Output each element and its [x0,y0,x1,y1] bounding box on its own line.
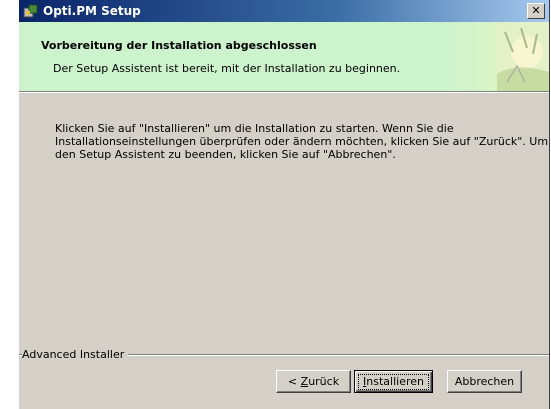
installer-package-icon [23,4,38,18]
instructions-line: Klicken Sie auf "Installieren" um die In… [55,122,454,135]
page-title: Vorbereitung der Installation abgeschlos… [41,39,317,52]
title-bar[interactable]: Opti.PM Setup ✕ [19,0,549,22]
install-button-label: nstallieren [366,374,424,388]
close-button[interactable]: ✕ [527,3,545,19]
back-button-label: urück [308,374,340,388]
branding-label: Advanced Installer [22,348,129,361]
window-title: Opti.PM Setup [43,4,141,18]
install-button[interactable]: Installieren [354,370,433,393]
header-decoration-image [497,22,549,91]
instructions-text: Klicken Sie auf "Installieren" um die In… [55,122,549,161]
instructions-line: Installationseinstellungen überprüfen od… [55,135,549,148]
instructions-line: den Setup Assistent zu beenden, klicken … [55,148,396,161]
install-button-focus: Installieren [358,373,429,390]
back-button[interactable]: < Zurück [276,370,351,393]
cancel-button[interactable]: Abbrechen [447,370,522,393]
header-divider-highlight [19,92,549,93]
page-subtitle: Der Setup Assistent ist bereit, mit der … [53,62,401,75]
setup-dialog: Opti.PM Setup ✕ Vorbereitung der Install… [18,0,550,409]
header-banner: Vorbereitung der Installation abgeschlos… [19,22,549,91]
back-button-prefix: < [287,374,301,388]
close-icon: ✕ [531,4,541,17]
